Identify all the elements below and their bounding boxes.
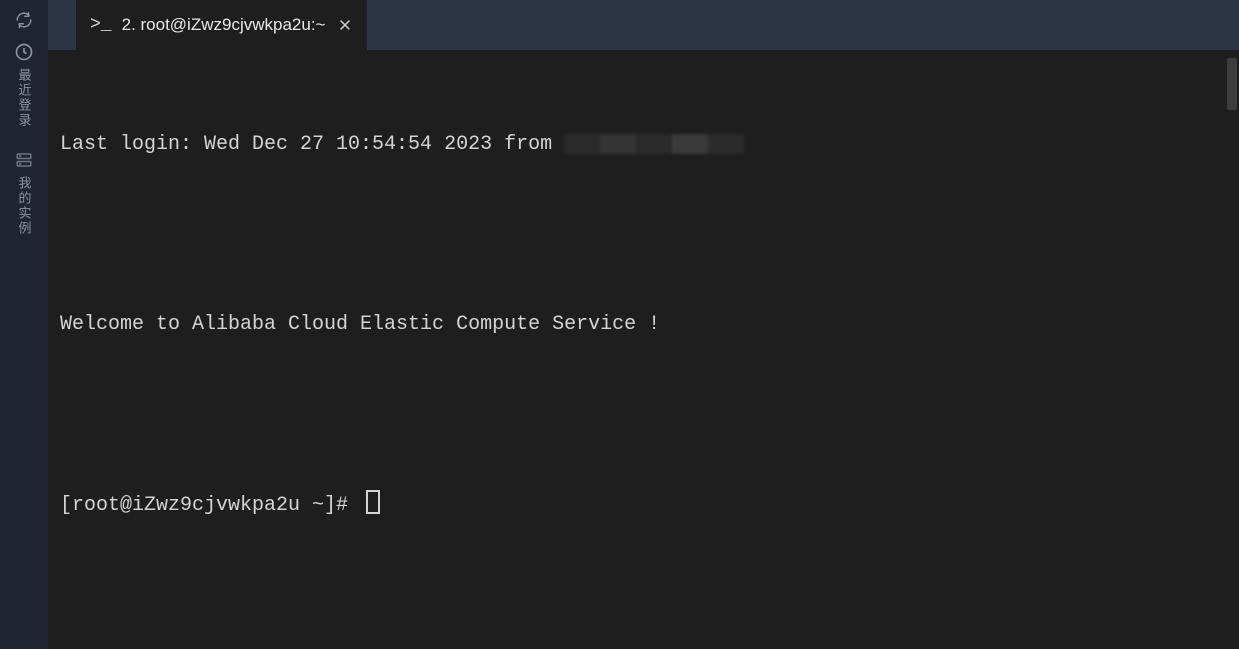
- close-icon[interactable]: [337, 17, 353, 33]
- shell-prompt: [root@iZwz9cjvwkpa2u ~]#: [60, 494, 360, 517]
- main-area: >_ 2. root@iZwz9cjvwkpa2u:~ Last login: …: [48, 0, 1239, 613]
- sidebar: 最近登录 我的实例: [0, 0, 48, 613]
- terminal-blank-line: [60, 220, 1231, 250]
- sidebar-item-recent-login[interactable]: 最近登录: [0, 34, 48, 142]
- redacted-ip: [564, 134, 744, 154]
- terminal-icon: >_: [90, 15, 112, 35]
- last-login-text: Last login: Wed Dec 27 10:54:54 2023 fro…: [60, 133, 564, 156]
- terminal-line-last-login: Last login: Wed Dec 27 10:54:54 2023 fro…: [60, 130, 1231, 160]
- terminal-body[interactable]: Last login: Wed Dec 27 10:54:54 2023 fro…: [48, 50, 1239, 649]
- sidebar-item-my-instances[interactable]: 我的实例: [0, 142, 48, 250]
- server-icon: [14, 150, 34, 170]
- terminal-line-prompt: [root@iZwz9cjvwkpa2u ~]#: [60, 490, 1231, 521]
- tab-title: 2. root@iZwz9cjvwkpa2u:~: [122, 15, 326, 35]
- scrollbar-thumb[interactable]: [1227, 58, 1237, 110]
- tab-bar: >_ 2. root@iZwz9cjvwkpa2u:~: [48, 0, 1239, 50]
- terminal-blank-line: [60, 400, 1231, 430]
- cursor: [366, 490, 380, 514]
- sidebar-item-label: 我的实例: [15, 176, 34, 236]
- scrollbar-vertical[interactable]: [1225, 50, 1239, 649]
- clock-icon: [14, 42, 34, 62]
- sidebar-item-refresh[interactable]: [0, 2, 48, 34]
- terminal-tab[interactable]: >_ 2. root@iZwz9cjvwkpa2u:~: [76, 0, 367, 50]
- terminal-line-welcome: Welcome to Alibaba Cloud Elastic Compute…: [60, 310, 1231, 340]
- refresh-icon: [14, 10, 34, 30]
- sidebar-item-label: 最近登录: [15, 68, 34, 128]
